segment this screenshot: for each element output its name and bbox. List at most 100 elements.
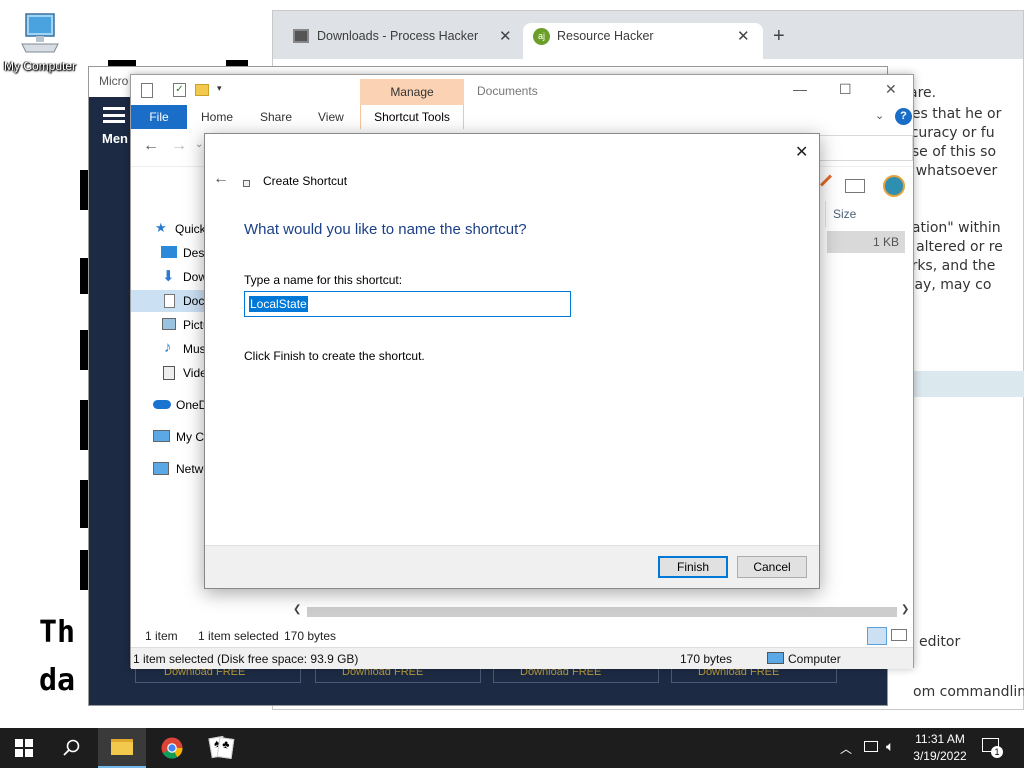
browser-tab-resource-hacker[interactable]: aj Resource Hacker ✕ (523, 23, 763, 59)
volume-icon[interactable]: 🔈︎ (886, 738, 894, 755)
doc-line: nation" within (903, 220, 1001, 236)
search-button[interactable] (48, 728, 96, 768)
large-icons-view-icon[interactable] (891, 629, 907, 641)
taskbar: ♠ ♣ ︿ 🔈︎ 11:31 AM 3/19/2022 1 (0, 728, 1024, 768)
chevron-down-icon[interactable]: ▾ (217, 83, 222, 94)
column-header-size[interactable]: Size (833, 207, 856, 221)
background-app-title: Micro (99, 74, 129, 88)
sidebar-item-videos[interactable]: Videos (161, 362, 209, 384)
tab-share[interactable]: Share (260, 105, 292, 129)
shortcut-name-input[interactable]: LocalState (244, 291, 571, 317)
chevron-down-icon[interactable]: ⌄ (195, 139, 203, 150)
close-button[interactable]: ✕ (885, 81, 897, 98)
taskbar-chrome[interactable] (148, 728, 196, 768)
back-arrow-icon[interactable]: ← (143, 137, 159, 155)
taskbar-file-explorer[interactable] (98, 728, 146, 768)
browser-tab-label: Resource Hacker (557, 29, 654, 43)
doc-line: orks, and the (903, 258, 996, 274)
status-bar-text: 1 item selected (Disk free space: 93.9 G… (133, 652, 359, 666)
chrome-icon (161, 737, 183, 759)
tab-home[interactable]: Home (201, 105, 233, 129)
email-icon[interactable] (845, 179, 865, 193)
sidebar-item-onedrive[interactable]: OneDrive (153, 394, 209, 416)
taskbar-solitaire[interactable]: ♠ ♣ (198, 728, 246, 768)
background-app-big-text: da (39, 663, 76, 698)
process-hacker-icon (293, 29, 309, 43)
tab-file[interactable]: File (131, 105, 187, 129)
globe-icon[interactable] (883, 175, 905, 197)
status-bytes: 170 bytes (284, 629, 337, 643)
new-tab-button[interactable]: + (773, 25, 785, 48)
close-icon[interactable]: ✕ (737, 27, 750, 45)
background-app-big-text: Th (39, 615, 76, 650)
tab-manage[interactable]: Manage (360, 79, 464, 105)
shortcut-icon (243, 180, 250, 187)
help-icon[interactable]: ? (895, 108, 912, 125)
address-bar-edge[interactable] (817, 135, 913, 161)
start-button[interactable] (0, 728, 48, 768)
doc-line: ges that he or (903, 106, 1002, 122)
status-bar: 1 item selected (Disk free space: 93.9 G… (131, 647, 913, 669)
finish-button[interactable]: Finish (658, 556, 728, 578)
shortcut-name-value: LocalState (249, 296, 308, 312)
desktop-icon-my-computer[interactable]: My Computer (0, 8, 80, 78)
check-icon[interactable]: ✓ (173, 83, 186, 97)
search-icon (63, 739, 80, 756)
star-icon: ★ (155, 220, 167, 235)
back-arrow-icon[interactable]: ← (213, 170, 229, 188)
sidebar-item-quick-access[interactable]: ★ Quick access (155, 218, 209, 240)
scroll-right-icon[interactable]: ❯ (901, 604, 909, 615)
doc-line: use of this so (903, 144, 997, 160)
doc-line: editor (919, 634, 961, 650)
cancel-button[interactable]: Cancel (737, 556, 807, 578)
dialog-title: Create Shortcut (263, 174, 348, 188)
cloud-icon (153, 400, 171, 409)
close-icon[interactable]: ✕ (795, 142, 808, 162)
doc-line: om commandline (913, 684, 1024, 700)
maximize-button[interactable]: ☐ (839, 81, 852, 98)
browser-tab-label: Downloads - Process Hacker (317, 29, 479, 43)
file-size: 1 KB (872, 235, 899, 249)
browser-tabbar: Downloads - Process Hacker ✕ aj Resource… (273, 11, 1023, 59)
cards-icon-back: ♣ (216, 737, 235, 759)
close-icon[interactable]: ✕ (499, 27, 512, 45)
network-icon (153, 462, 169, 475)
sidebar-item-network[interactable]: Network (153, 458, 209, 480)
desktop-icon-label: My Computer (3, 59, 77, 73)
download-icon: ⬇ (162, 268, 175, 285)
desktop-icon (161, 246, 177, 258)
sidebar-item-downloads[interactable]: ⬇ Downloads (161, 266, 209, 288)
details-view-icon[interactable] (867, 627, 887, 645)
sidebar-item-music[interactable]: ♪ Music (161, 338, 209, 360)
doc-line: e altered or re (903, 239, 1003, 255)
folder-icon[interactable] (195, 84, 209, 96)
network-status-icon[interactable] (864, 741, 878, 752)
sidebar-item-desktop[interactable]: Desktop (161, 242, 209, 264)
chevron-up-icon[interactable]: ︿ (840, 740, 852, 757)
browser-tab-process-hacker[interactable]: Downloads - Process Hacker ✕ (281, 23, 521, 59)
edit-icon[interactable] (819, 174, 833, 187)
status-selected: 1 item selected (198, 629, 279, 643)
scroll-left-icon[interactable]: ❮ (293, 604, 301, 615)
clock-time: 11:31 AM (915, 732, 965, 746)
sidebar-item-documents[interactable]: Documents (131, 290, 209, 312)
action-center-button[interactable]: 1 (982, 738, 1003, 758)
sidebar-item-pictures[interactable]: Pictures (161, 314, 209, 336)
scrollbar-thumb[interactable] (307, 607, 897, 617)
doc-line: way, may co (903, 277, 992, 293)
tab-shortcut-tools[interactable]: Shortcut Tools (360, 105, 464, 129)
horizontal-scrollbar[interactable]: ❮ ❯ (291, 604, 913, 619)
chevron-down-icon[interactable]: ⌄ (875, 109, 884, 122)
selected-file-row[interactable]: 1 KB (827, 231, 905, 253)
clock[interactable]: 11:31 AM 3/19/2022 (908, 731, 972, 765)
doc-highlight-band (913, 371, 1024, 397)
sidebar-item-my-computer[interactable]: My Computer (153, 426, 209, 448)
doc-line: ccuracy or fu (903, 125, 995, 141)
forward-arrow-icon[interactable]: → (171, 137, 187, 155)
status-bar-location: Computer (788, 652, 841, 666)
background-app-menu[interactable]: Men (95, 105, 135, 149)
minimize-button[interactable]: — (793, 81, 807, 97)
window-title: Documents (477, 84, 538, 98)
properties-icon[interactable] (141, 83, 153, 98)
tab-view[interactable]: View (318, 105, 344, 129)
